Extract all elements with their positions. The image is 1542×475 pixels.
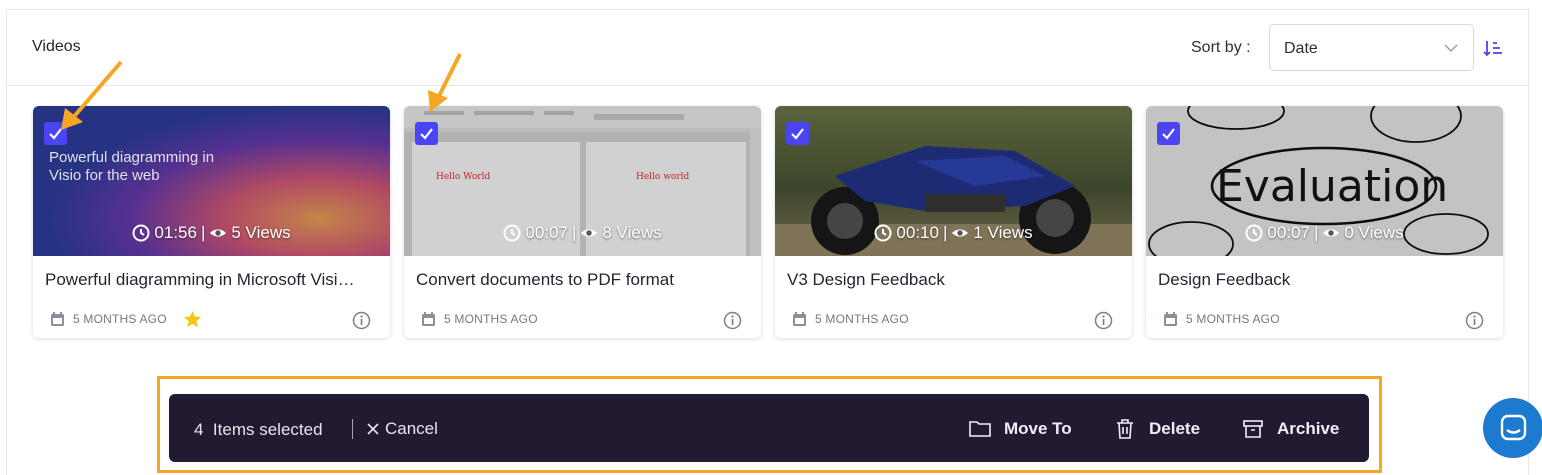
thumbnail-text: Hello World: [436, 172, 491, 182]
eye-icon: [210, 229, 227, 237]
video-title[interactable]: Powerful diagramming in Microsoft Visi…: [45, 270, 380, 290]
bulk-action-bar: 4 Items selected Cancel Move To Delete A…: [169, 394, 1369, 462]
video-card[interactable]: 00:10 | 1 Views V3 Design Feedback 5 MON…: [775, 106, 1132, 338]
select-checkbox[interactable]: [415, 122, 438, 145]
move-to-label: Move To: [1004, 419, 1072, 438]
video-card[interactable]: Hello World Hello world 00:07 | 8 Views …: [404, 106, 761, 338]
selection-count: 4 Items selected: [194, 420, 323, 439]
folder-icon: [969, 421, 991, 437]
video-stats: 00:07 | 0 Views: [1146, 223, 1503, 243]
check-icon: [1162, 128, 1175, 140]
thumbnail-text: Hello world: [636, 172, 690, 182]
video-views: 1 Views: [973, 223, 1033, 242]
video-thumbnail[interactable]: Evaluation 00:07 | 0 Views: [1146, 106, 1503, 256]
video-date: 5 MONTHS AGO: [73, 312, 167, 326]
delete-button[interactable]: Delete: [1113, 417, 1200, 441]
video-duration: 00:07: [1267, 223, 1310, 242]
video-thumbnail[interactable]: Hello World Hello world 00:07 | 8 Views: [404, 106, 761, 256]
page-title: Videos: [32, 38, 81, 55]
video-views: 5 Views: [231, 223, 291, 242]
chat-launcher-button[interactable]: [1483, 398, 1542, 458]
thumbnail-text: Evaluation: [1216, 161, 1449, 212]
delete-label: Delete: [1149, 419, 1201, 438]
video-card[interactable]: Powerful diagramming in Visio for the we…: [33, 106, 390, 338]
video-duration: 00:07: [525, 223, 568, 242]
chevron-down-icon: [1444, 44, 1458, 53]
video-date: 5 MONTHS AGO: [815, 312, 909, 326]
cancel-button[interactable]: Cancel: [366, 419, 438, 439]
thumbnail-caption: Powerful diagramming in Visio for the we…: [49, 149, 215, 184]
move-to-button[interactable]: Move To: [968, 417, 1072, 441]
star-icon[interactable]: [183, 310, 202, 329]
cancel-label: Cancel: [385, 419, 438, 438]
check-icon: [420, 128, 433, 140]
video-views: 0 Views: [1344, 223, 1404, 242]
video-card[interactable]: Evaluation 00:07 | 0 Views Design Feedba…: [1146, 106, 1503, 338]
divider: [352, 419, 353, 439]
video-title[interactable]: Convert documents to PDF format: [416, 270, 751, 290]
video-date: 5 MONTHS AGO: [1186, 312, 1280, 326]
clock-icon: [1245, 224, 1263, 242]
sort-label: Sort by :: [1191, 39, 1251, 56]
video-stats: 01:56 | 5 Views: [33, 223, 390, 243]
clock-icon: [132, 224, 150, 242]
video-duration: 00:10: [896, 223, 939, 242]
video-meta: 5 MONTHS AGO: [50, 310, 202, 328]
video-meta: 5 MONTHS AGO: [792, 310, 909, 328]
trash-icon: [1117, 419, 1133, 439]
calendar-icon: [422, 312, 435, 326]
video-title[interactable]: V3 Design Feedback: [787, 270, 1122, 290]
select-checkbox[interactable]: [1157, 122, 1180, 145]
video-stats: 00:07 | 8 Views: [404, 223, 761, 243]
calendar-icon: [1164, 312, 1177, 326]
archive-button[interactable]: Archive: [1241, 417, 1339, 441]
eye-icon: [1323, 229, 1340, 237]
calendar-icon: [793, 312, 806, 326]
video-date: 5 MONTHS AGO: [444, 312, 538, 326]
video-thumbnail[interactable]: 00:10 | 1 Views: [775, 106, 1132, 256]
info-icon[interactable]: [1094, 311, 1113, 330]
chat-icon: [1500, 414, 1527, 441]
video-views: 8 Views: [602, 223, 662, 242]
annotation-arrow: [61, 60, 123, 130]
video-meta: 5 MONTHS AGO: [1163, 310, 1280, 328]
sort-select-value: Date: [1284, 40, 1318, 57]
check-icon: [791, 128, 804, 140]
info-icon[interactable]: [723, 311, 742, 330]
archive-icon: [1243, 420, 1263, 438]
video-title[interactable]: Design Feedback: [1158, 270, 1493, 290]
info-icon[interactable]: [352, 311, 371, 330]
sort-select[interactable]: Date: [1269, 24, 1474, 71]
eye-icon: [952, 229, 969, 237]
calendar-icon: [51, 312, 64, 326]
clock-icon: [503, 224, 521, 242]
archive-label: Archive: [1277, 419, 1340, 438]
close-icon: [367, 423, 379, 435]
select-checkbox[interactable]: [786, 122, 809, 145]
video-duration: 01:56: [154, 223, 197, 242]
panel-header: Videos Sort by : Date: [7, 10, 1528, 86]
video-meta: 5 MONTHS AGO: [421, 310, 538, 328]
annotation-arrow: [428, 53, 462, 112]
video-stats: 00:10 | 1 Views: [775, 223, 1132, 243]
sort-order-icon[interactable]: [1482, 38, 1504, 60]
info-icon[interactable]: [1465, 311, 1484, 330]
clock-icon: [874, 224, 892, 242]
eye-icon: [581, 229, 598, 237]
